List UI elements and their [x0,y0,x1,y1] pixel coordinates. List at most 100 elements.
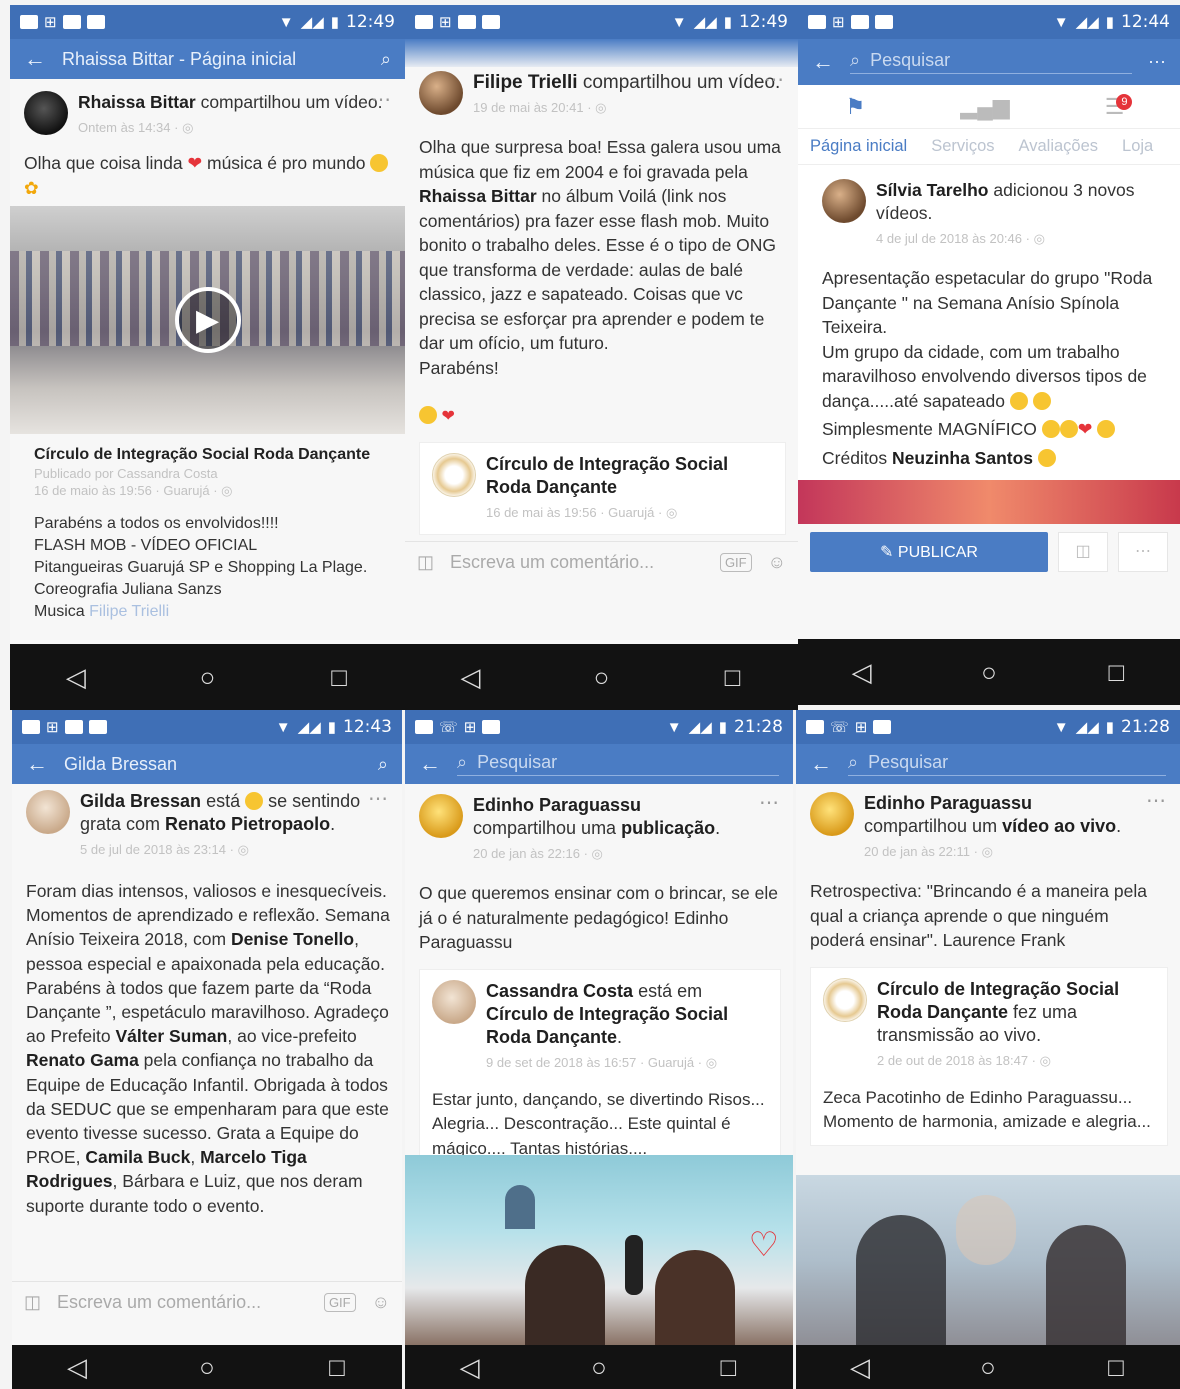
camera-icon[interactable]: ◫ [1058,532,1108,572]
shared-time[interactable]: 9 de set de 2018 às 16:57 · Guarujá · [486,1055,706,1070]
post-photo[interactable]: ♡ [405,1155,793,1345]
avatar[interactable] [810,792,854,836]
home-nav-icon[interactable]: ○ [582,662,622,693]
post-time[interactable]: 4 de jul de 2018 às 20:46 · [876,231,1034,246]
post-author[interactable]: Sílvia Tarelho [876,180,989,200]
shared-post[interactable]: Círculo de Integração Social Roda Dançan… [810,966,1168,1146]
video-thumbnail[interactable]: ▶ [10,206,405,434]
recents-nav-icon[interactable]: □ [1096,1352,1136,1383]
insights-icon[interactable]: ▂▄▆ [960,94,1009,120]
back-nav-icon[interactable]: ◁ [57,1352,97,1383]
tab-reviews[interactable]: Avaliações [1019,137,1099,156]
tab-shop[interactable]: Loja [1122,137,1153,156]
shared-post[interactable]: Círculo de Integração Social Roda Dançan… [419,442,786,535]
publish-row: ✎ PUBLICAR ◫ ⋯ [798,524,1180,580]
back-nav-icon[interactable]: ◁ [56,662,96,693]
camera-icon[interactable]: ◫ [24,1292,41,1313]
publish-button[interactable]: ✎ PUBLICAR [810,532,1048,572]
recents-nav-icon[interactable]: □ [1096,657,1136,688]
more-options-icon[interactable]: ⋯ [1148,52,1166,73]
more-options-icon[interactable]: ⋯ [371,87,391,112]
screenshot-5: ☏ ⊞ ▼ ◢◢ ▮ 21:28 ← ⌕ Pesquisar Edinho Para… [405,710,793,1389]
post-time[interactable]: 19 de mai às 20:41 · [473,100,595,115]
home-nav-icon[interactable]: ○ [968,1352,1008,1383]
recents-nav-icon[interactable]: □ [319,662,359,693]
tab-home[interactable]: Página inicial [810,137,907,156]
tagged-person[interactable]: Renato Pietropaolo [165,814,330,834]
back-arrow-icon[interactable]: ← [812,49,834,75]
comment-input[interactable]: Escreva um comentário... [450,552,704,573]
home-nav-icon[interactable]: ○ [187,1352,227,1383]
avatar[interactable] [822,179,866,223]
search-input[interactable]: Pesquisar [477,752,557,773]
emoji-picker-icon[interactable]: ☺ [372,1292,390,1313]
post-author[interactable]: Filipe Trielli [473,72,578,93]
back-nav-icon[interactable]: ◁ [450,1352,490,1383]
search-input[interactable]: Pesquisar [870,50,950,71]
flag-icon[interactable]: ⚑ [846,94,866,120]
avatar[interactable] [419,794,463,838]
home-nav-icon[interactable]: ○ [579,1352,619,1383]
search-icon[interactable]: ⌕ [378,754,388,775]
live-video-link[interactable]: vídeo ao vivo [1002,816,1116,836]
search-icon[interactable]: ⌕ [381,49,391,70]
home-nav-icon[interactable]: ○ [969,657,1009,688]
shared-place[interactable]: Círculo de Integração Social Roda Dançan… [486,1004,728,1047]
live-video-thumbnail[interactable] [796,1175,1180,1345]
post-time[interactable]: Ontem às 14:34 · [78,120,182,135]
post-author[interactable]: Edinho Paraguassu [864,793,1032,813]
avatar[interactable] [419,71,463,115]
more-options-icon[interactable]: ⋯ [1146,788,1166,813]
back-arrow-icon[interactable]: ← [26,751,48,777]
play-icon[interactable]: ▶ [174,287,241,353]
back-arrow-icon[interactable]: ← [810,751,832,777]
mention-link[interactable]: Denise Tonello [231,929,354,949]
post-author[interactable]: Gilda Bressan [80,791,201,811]
shared-time[interactable]: 16 de mai às 19:56 · Guarujá · [486,505,666,520]
search-input[interactable]: Pesquisar [868,752,948,773]
mention-link[interactable]: Renato Gama [26,1050,139,1070]
emoji-picker-icon[interactable]: ☺ [768,552,786,573]
publication-link[interactable]: publicação [621,818,715,838]
post-time[interactable]: 20 de jan às 22:16 · [473,846,592,861]
comment-input[interactable]: Escreva um comentário... [57,1292,308,1313]
shared-time[interactable]: 16 de maio às 19:56 · Guarujá · [34,483,221,498]
more-options-icon[interactable]: ⋯ [764,67,784,92]
back-nav-icon[interactable]: ◁ [840,1352,880,1383]
mention-link[interactable]: Válter Suman [116,1026,228,1046]
recents-nav-icon[interactable]: □ [708,1352,748,1383]
post-time[interactable]: 5 de jul de 2018 às 23:14 · [80,842,238,857]
shared-title[interactable]: Círculo de Integração Social Roda Dançan… [877,979,1119,1022]
shared-time[interactable]: 2 de out de 2018 às 18:47 · [877,1053,1040,1068]
post-time[interactable]: 20 de jan às 22:11 · [864,844,982,859]
more-options-icon[interactable]: ⋯ [759,790,779,815]
avatar[interactable] [24,91,68,135]
back-nav-icon[interactable]: ◁ [842,657,882,688]
more-options-icon[interactable]: ⋯ [1118,532,1168,572]
gif-button[interactable]: GIF [323,1293,356,1312]
gif-button[interactable]: GIF [719,553,752,572]
more-options-icon[interactable]: ⋯ [368,786,388,811]
avatar[interactable] [26,790,70,834]
recents-nav-icon[interactable]: □ [317,1352,357,1383]
back-nav-icon[interactable]: ◁ [451,662,491,693]
avatar[interactable] [432,979,476,1024]
music-link[interactable]: Filipe Trielli [89,603,169,620]
shared-author[interactable]: Cassandra Costa [486,981,633,1001]
shared-post[interactable]: Cassandra Costa está em Círculo de Integ… [419,968,781,1172]
mention-link[interactable]: Rhaissa Bittar [419,186,537,206]
recents-nav-icon[interactable]: □ [713,662,753,693]
shared-title[interactable]: Círculo de Integração Social Roda Dançan… [486,454,728,497]
back-arrow-icon[interactable]: ← [419,751,441,777]
tab-services[interactable]: Serviços [931,137,994,156]
camera-icon[interactable]: ◫ [417,552,434,573]
notifications-icon[interactable]: ☰9 [1105,93,1133,120]
home-nav-icon[interactable]: ○ [187,662,227,693]
credits-name[interactable]: Neuzinha Santos [892,448,1033,468]
back-arrow-icon[interactable]: ← [24,46,46,72]
post-author[interactable]: Rhaissa Bittar [78,92,196,112]
post-author[interactable]: Edinho Paraguassu [473,795,641,815]
mention-link[interactable]: Camila Buck [85,1147,190,1167]
shared-title[interactable]: Círculo de Integração Social Roda Dançan… [34,446,393,464]
video-thumbnail[interactable] [798,480,1180,524]
